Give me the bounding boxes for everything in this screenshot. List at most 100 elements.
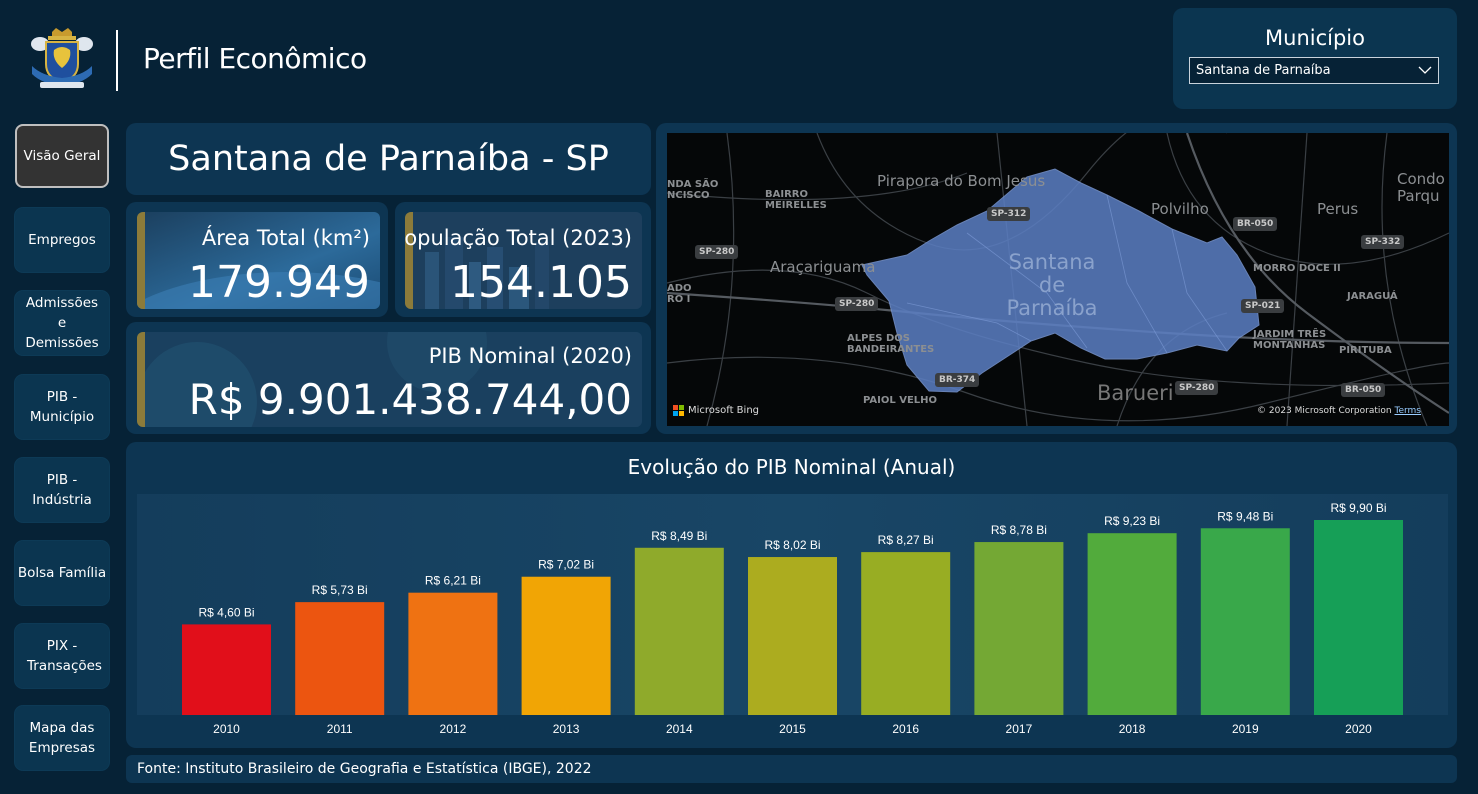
data-label-2017: R$ 8,78 Bi: [991, 523, 1047, 537]
map-panel: Pirapora do Bom Jesus Araçariguama Polvi…: [656, 123, 1457, 434]
road-shield: BR-374: [935, 373, 980, 387]
road-shield: SP-021: [1241, 299, 1285, 313]
pib-value: R$ 9.901.438.744,00: [188, 375, 632, 424]
nav-visao-geral[interactable]: Visão Geral: [15, 124, 109, 188]
bing-attribution: Microsoft Bing: [673, 405, 759, 416]
municipio-map[interactable]: Pirapora do Bom Jesus Araçariguama Polvi…: [667, 133, 1449, 426]
road-shield: SP-280: [835, 297, 879, 311]
pib-kpi-card: PIB Nominal (2020) R$ 9.901.438.744,00: [137, 332, 642, 427]
bar-2018[interactable]: [1087, 533, 1177, 715]
bar-2020[interactable]: [1314, 520, 1403, 715]
map-label-sao-francisco: NDA SÃO NCISCO: [667, 179, 719, 201]
data-label-2010: R$ 4,60 Bi: [198, 605, 254, 619]
x-tick-2013: 2013: [553, 722, 580, 736]
data-label-2015: R$ 8,02 Bi: [764, 538, 820, 552]
city-title: Santana de Parnaíba - SP: [126, 123, 651, 195]
bar-2014[interactable]: [634, 547, 724, 715]
nav-label: Admissões e Demissões: [25, 295, 99, 351]
municipio-filter-label: Município: [1265, 26, 1365, 50]
bar-2010[interactable]: [182, 624, 271, 715]
nav-label: PIX - Transações: [27, 638, 102, 674]
map-label-perus: Perus: [1317, 200, 1359, 218]
nav-pib-municipio[interactable]: PIB - Município: [15, 375, 109, 439]
nav-pib-industria[interactable]: PIB - Indústria: [15, 458, 109, 522]
nav-label: Visão Geral: [23, 148, 101, 164]
map-label-jaragua: JARAGUÁ: [1347, 291, 1398, 302]
population-label: População Total (2023): [405, 226, 632, 250]
map-label-pirapora: Pirapora do Bom Jesus: [877, 172, 1046, 190]
map-label-condo: Condo Parqu: [1397, 170, 1445, 205]
municipio-filter-panel: Município Santana de Parnaíba: [1173, 8, 1457, 109]
nav-pix-transacoes[interactable]: PIX - Transações: [15, 624, 109, 688]
x-tick-2016: 2016: [892, 722, 919, 736]
nav-label: PIB - Município: [29, 389, 95, 425]
data-label-2013: R$ 7,02 Bi: [538, 558, 594, 572]
road-shield: BR-050: [1341, 383, 1386, 397]
chart-title: Evolução do PIB Nominal (Anual): [627, 455, 956, 479]
data-label-2012: R$ 6,21 Bi: [425, 574, 481, 588]
road-shield: SP-280: [695, 245, 739, 259]
pib-label: PIB Nominal (2020): [428, 344, 632, 368]
nav-label: Empregos: [28, 232, 96, 248]
road-shield: SP-312: [987, 207, 1031, 221]
x-tick-2011: 2011: [327, 722, 353, 736]
population-value: 154.105: [450, 257, 632, 308]
map-label-pirituba: PIRITUBA: [1339, 345, 1392, 356]
source-footer: Fonte: Instituto Brasileiro de Geografia…: [126, 755, 1457, 783]
municipio-dropdown[interactable]: Santana de Parnaíba: [1189, 57, 1439, 84]
map-label-bairro-meirelles: BAIRRO MEIRELLES: [765, 189, 827, 211]
map-label-aracariguama: Araçariguama: [770, 258, 876, 276]
map-label-barueri: Barueri: [1097, 381, 1174, 405]
map-label-polvilho: Polvilho: [1151, 200, 1209, 218]
data-label-2019: R$ 9,48 Bi: [1217, 509, 1273, 523]
nav-admissoes-demissoes[interactable]: Admissões e Demissões: [15, 291, 109, 355]
source-text: Fonte: Instituto Brasileiro de Geografia…: [137, 761, 592, 777]
bar-2013[interactable]: [521, 576, 611, 715]
nav-label: PIB - Indústria: [32, 472, 92, 508]
nav-mapa-empresas[interactable]: Mapa das Empresas: [15, 706, 109, 770]
data-label-2011: R$ 5,73 Bi: [312, 583, 368, 597]
nav-label: Mapa das Empresas: [28, 720, 96, 756]
pib-bar-chart: R$ 4,60 Bi 2010 R$ 5,73 Bi 2011 R$ 6,21 Bi 20…: [137, 494, 1448, 736]
data-label-2018: R$ 9,23 Bi: [1104, 514, 1160, 528]
map-label-ado-ro: ADO RO I: [667, 283, 692, 305]
card-accent-bar: [137, 212, 145, 309]
map-copyright: © 2023 Microsoft Corporation Terms: [1257, 406, 1421, 416]
map-label-paiol-velho: PAIOL VELHO: [863, 395, 938, 406]
road-shield: SP-332: [1361, 235, 1405, 249]
bing-label: Microsoft Bing: [688, 405, 760, 416]
x-tick-2015: 2015: [779, 722, 806, 736]
map-label-morro-doce: MORRO DOCE II: [1253, 263, 1341, 274]
nav-bolsa-familia[interactable]: Bolsa Família: [15, 541, 109, 605]
x-tick-2010: 2010: [213, 722, 240, 736]
area-value: 179.949: [188, 257, 370, 308]
x-tick-2019: 2019: [1232, 722, 1259, 736]
data-label-2014: R$ 8,49 Bi: [651, 529, 707, 543]
road-shield: SP-280: [1175, 381, 1219, 395]
area-kpi-card: Área Total (km²) 179.949: [137, 212, 380, 309]
map-label-santana: Santana de Parnaíba: [1006, 250, 1098, 320]
area-label: Área Total (km²): [201, 226, 370, 250]
header-divider: [116, 30, 118, 91]
map-label-jardim-tres-montanhas: JARDIM TRÊS MONTANHAS: [1253, 329, 1327, 351]
bar-2016[interactable]: [861, 552, 951, 715]
data-label-2020: R$ 9,90 Bi: [1330, 501, 1386, 515]
nav-empregos[interactable]: Empregos: [15, 208, 109, 272]
page-title: Perfil Econômico: [143, 42, 367, 75]
bar-2011[interactable]: [295, 602, 385, 715]
municipal-coat-of-arms-logo: [26, 26, 98, 92]
bar-2017[interactable]: [974, 542, 1064, 715]
bar-2012[interactable]: [408, 592, 498, 715]
chevron-down-icon: [1418, 61, 1432, 83]
bar-2019[interactable]: [1200, 528, 1290, 715]
map-label-alpes: ALPES DOS BANDEIRANTES: [847, 333, 935, 355]
x-tick-2020: 2020: [1345, 722, 1372, 736]
nav-label: Bolsa Família: [17, 565, 107, 581]
copyright-text: © 2023 Microsoft Corporation: [1257, 406, 1392, 416]
population-kpi-card: População Total (2023) 154.105: [405, 212, 642, 309]
bar-2015[interactable]: [748, 557, 837, 715]
pib-chart-panel: Evolução do PIB Nominal (Anual) R$ 4,60 …: [126, 442, 1457, 748]
x-tick-2017: 2017: [1006, 722, 1033, 736]
road-shield: BR-050: [1233, 217, 1278, 231]
terms-link[interactable]: Terms: [1394, 406, 1421, 416]
